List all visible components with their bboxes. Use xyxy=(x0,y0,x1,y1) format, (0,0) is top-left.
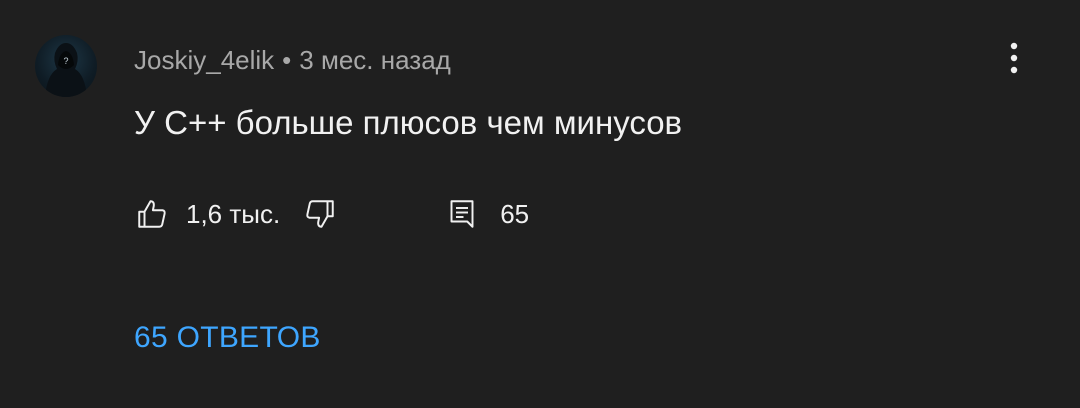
reply-count: 65 xyxy=(500,198,530,229)
avatar[interactable]: ? xyxy=(35,35,97,97)
view-replies-link[interactable]: 65 ОТВЕТОВ xyxy=(134,316,321,360)
more-options-button[interactable] xyxy=(998,38,1030,78)
meta-separator: • xyxy=(282,45,292,75)
svg-text:?: ? xyxy=(63,56,68,66)
comment-icon xyxy=(450,200,474,228)
thumbs-up-icon xyxy=(138,200,166,228)
comment-meta: Joskiy_4elik • 3 мес. назад xyxy=(134,40,451,80)
comment-time: 3 мес. назад xyxy=(299,45,451,75)
reply-button[interactable]: 65 xyxy=(444,196,529,232)
dislike-button[interactable] xyxy=(302,196,338,232)
author-name[interactable]: Joskiy_4elik xyxy=(134,45,274,75)
comment-text: У C++ больше плюсов чем минусов xyxy=(134,104,683,141)
thumbs-down-icon xyxy=(306,200,334,228)
vertical-dots-icon xyxy=(1010,42,1018,74)
comment-actions: 1,6 тыс. 65 xyxy=(134,194,529,234)
hooded-figure-avatar-icon: ? xyxy=(45,43,87,97)
like-count: 1,6 тыс. xyxy=(186,198,281,229)
like-button[interactable]: 1,6 тыс. xyxy=(134,196,280,232)
